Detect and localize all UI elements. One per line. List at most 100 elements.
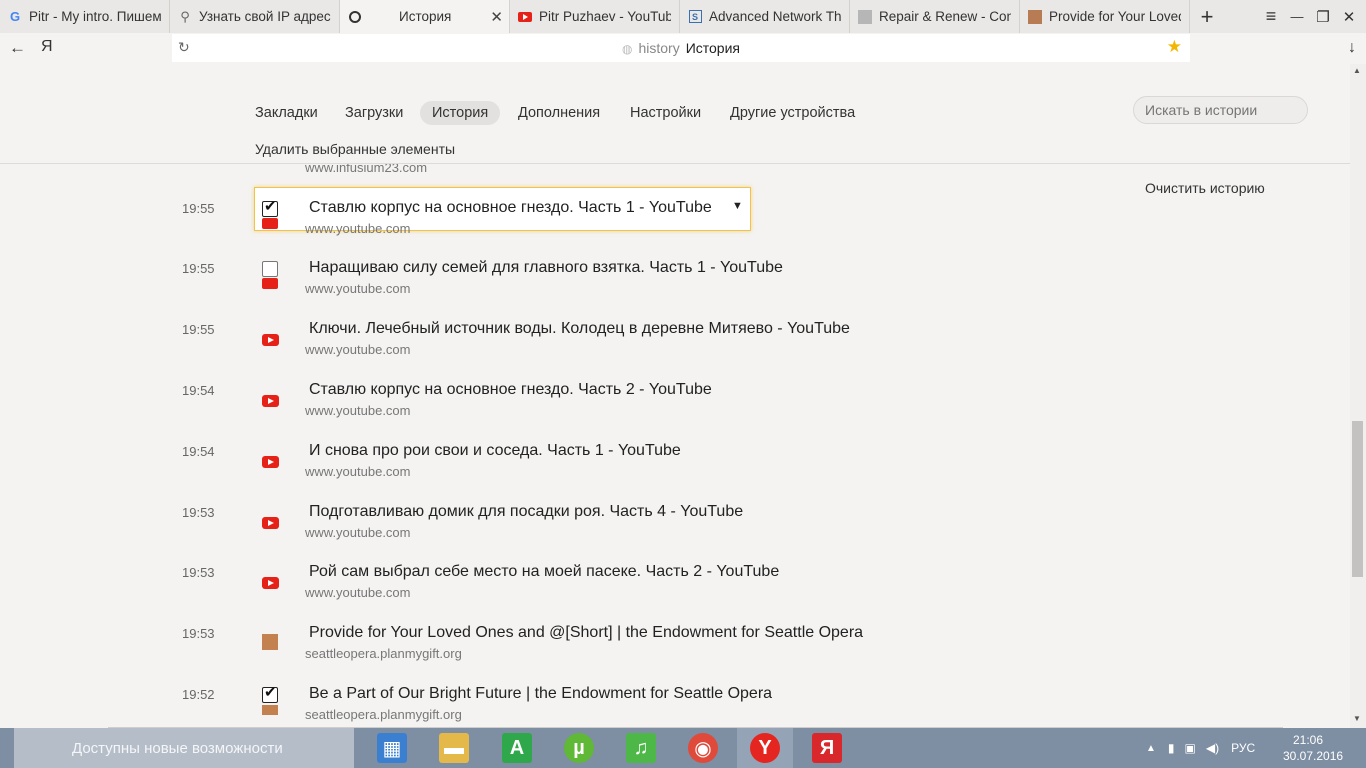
- restore-button[interactable]: ❐: [1310, 0, 1336, 33]
- yandex-icon[interactable]: Я: [41, 38, 53, 56]
- tab-ip[interactable]: ⚲ Узнать свой IP адрес: [170, 0, 340, 33]
- minimize-button[interactable]: —: [1284, 0, 1310, 33]
- nav-downloads[interactable]: Загрузки: [333, 101, 415, 125]
- history-entry[interactable]: 19:55 Ставлю корпус на основное гнездо. …: [0, 187, 1100, 257]
- language-indicator[interactable]: РУС: [1231, 741, 1255, 755]
- seattle-opera-icon: [261, 630, 279, 654]
- yandex-browser-icon: Y: [750, 733, 780, 763]
- download-icon[interactable]: ↓: [1348, 39, 1356, 57]
- entry-domain[interactable]: www.youtube.com: [305, 221, 411, 236]
- tab-pitr[interactable]: G Pitr - My intro. Пишем: [0, 0, 170, 33]
- entry-title[interactable]: Наращиваю силу семей для главного взятка…: [309, 259, 783, 277]
- entry-title[interactable]: Ставлю корпус на основное гнездо. Часть …: [309, 381, 712, 399]
- tab-bar: G Pitr - My intro. Пишем ⚲ Узнать свой I…: [0, 0, 1366, 34]
- entry-domain[interactable]: www.youtube.com: [305, 342, 411, 357]
- taskbar-search[interactable]: Доступны новые возможности: [14, 728, 354, 768]
- file-explorer-icon: ▬: [439, 733, 469, 763]
- history-entry[interactable]: 19:53 Подготавливаю домик для посадки ро…: [0, 503, 1100, 561]
- history-search-input[interactable]: [1133, 96, 1308, 124]
- clear-history-button[interactable]: Очистить историю: [1145, 180, 1265, 196]
- entry-checkbox[interactable]: [262, 261, 278, 277]
- history-entry[interactable]: 19:55 Ключи. Лечебный источник воды. Кол…: [0, 320, 1100, 378]
- taskbar-app-yandex[interactable]: Я: [799, 728, 855, 768]
- entry-domain[interactable]: www.youtube.com: [305, 525, 411, 540]
- tab-label: Advanced Network Thr: [709, 9, 841, 24]
- close-tab-icon[interactable]: ✕: [490, 8, 503, 26]
- taskbar-app-explorer[interactable]: ▬: [426, 728, 482, 768]
- taskbar-app-control-panel[interactable]: ▦: [364, 728, 420, 768]
- entry-domain[interactable]: www.youtube.com: [305, 403, 411, 418]
- tab-history[interactable]: История ✕: [340, 0, 510, 33]
- page-header: Закладки Загрузки История Дополнения Нас…: [0, 64, 1350, 164]
- scrollbar-thumb[interactable]: [1352, 421, 1363, 577]
- nav-history[interactable]: История: [420, 101, 501, 125]
- tab-youtube[interactable]: Pitr Puzhaev - YouTube: [510, 0, 680, 33]
- entry-title[interactable]: Рой сам выбрал себе место на моей пасеке…: [309, 563, 779, 581]
- scroll-down-icon[interactable]: ▼: [1353, 714, 1361, 723]
- address-protocol: history: [638, 40, 680, 56]
- show-hidden-icons-icon[interactable]: ▲: [1146, 743, 1156, 754]
- entry-time: 19:53: [182, 626, 215, 641]
- entry-domain[interactable]: www.youtube.com: [305, 585, 411, 600]
- youtube-icon: [261, 569, 279, 593]
- battery-icon[interactable]: ▮: [1168, 741, 1175, 755]
- entry-checkbox[interactable]: [262, 197, 278, 217]
- chrome-icon: ◉: [688, 733, 718, 763]
- nav-settings[interactable]: Настройки: [618, 101, 713, 125]
- close-window-button[interactable]: ✕: [1336, 0, 1362, 33]
- entry-checkbox[interactable]: [262, 683, 278, 703]
- globe-icon: ◍: [621, 42, 633, 56]
- history-entry[interactable]: 19:55 Наращиваю силу семей для главного …: [0, 259, 1100, 317]
- control-panel-icon: ▦: [377, 733, 407, 763]
- entry-title[interactable]: Provide for Your Loved Ones and @[Short]…: [309, 624, 863, 642]
- delete-selected-button[interactable]: Удалить выбранные элементы: [255, 141, 455, 157]
- nav-extensions[interactable]: Дополнения: [506, 101, 612, 125]
- tab-provide[interactable]: Provide for Your Loved: [1020, 0, 1190, 33]
- youtube-icon: [261, 509, 279, 533]
- scroll-up-icon[interactable]: ▲: [1353, 66, 1361, 75]
- music-app-icon: ♫: [626, 733, 656, 763]
- taskbar-app-a[interactable]: A: [489, 728, 545, 768]
- dropdown-arrow-icon[interactable]: ▼: [732, 200, 743, 212]
- tab-repair[interactable]: Repair & Renew - Cond: [850, 0, 1020, 33]
- nav-other-devices[interactable]: Другие устройства: [718, 101, 867, 125]
- bookmark-star-icon[interactable]: ★: [1167, 37, 1182, 57]
- nav-bookmarks[interactable]: Закладки: [243, 101, 330, 125]
- history-entry[interactable]: 19:53 Provide for Your Loved Ones and @[…: [0, 624, 1100, 682]
- taskbar-app-yandex-browser[interactable]: Y: [737, 728, 793, 768]
- youtube-icon: [262, 278, 278, 289]
- history-entry[interactable]: 19:54 Ставлю корпус на основное гнездо. …: [0, 381, 1100, 439]
- volume-icon[interactable]: ◀): [1206, 741, 1219, 755]
- vertical-scrollbar[interactable]: [1350, 64, 1366, 728]
- back-icon[interactable]: ←: [9, 38, 26, 58]
- entry-domain[interactable]: seattleopera.planmygift.org: [305, 646, 462, 661]
- taskbar-app-chrome[interactable]: ◉: [675, 728, 731, 768]
- entry-icon: [261, 683, 279, 715]
- address-bar[interactable]: ↻ ◍ history История ★: [172, 34, 1190, 62]
- entry-title[interactable]: И снова про рои свои и соседа. Часть 1 -…: [309, 442, 681, 460]
- youtube-icon: [518, 10, 532, 24]
- brown-square-icon: [1028, 9, 1042, 24]
- seattle-opera-icon: [262, 705, 278, 715]
- tab-label: Узнать свой IP адрес: [199, 9, 331, 24]
- entry-domain[interactable]: www.youtube.com: [305, 464, 411, 479]
- entry-time: 19:53: [182, 505, 215, 520]
- new-tab-button[interactable]: +: [1192, 0, 1222, 33]
- youtube-icon: [261, 387, 279, 411]
- network-icon[interactable]: ▣: [1185, 741, 1196, 755]
- search-icon: ⚲: [180, 8, 190, 24]
- history-entry[interactable]: 19:54 И снова про рои свои и соседа. Час…: [0, 442, 1100, 500]
- history-entry[interactable]: 19:53 Рой сам выбрал себе место на моей …: [0, 563, 1100, 621]
- entry-domain[interactable]: seattleopera.planmygift.org: [305, 707, 462, 722]
- taskbar-app-music[interactable]: ♫: [613, 728, 669, 768]
- entry-title[interactable]: Подготавливаю домик для посадки роя. Час…: [309, 503, 743, 521]
- entry-title[interactable]: Be a Part of Our Bright Future | the End…: [309, 685, 772, 703]
- entry-title[interactable]: Ставлю корпус на основное гнездо. Часть …: [309, 199, 712, 217]
- clock[interactable]: 21:06 30.07.2016: [1283, 732, 1343, 764]
- entry-domain[interactable]: www.youtube.com: [305, 281, 411, 296]
- tab-network[interactable]: S Advanced Network Thr: [680, 0, 850, 33]
- address-text[interactable]: ◍ history История: [172, 40, 1190, 56]
- menu-icon[interactable]: ≡: [1256, 0, 1286, 33]
- entry-title[interactable]: Ключи. Лечебный источник воды. Колодец в…: [309, 320, 850, 338]
- taskbar-app-utorrent[interactable]: µ: [551, 728, 607, 768]
